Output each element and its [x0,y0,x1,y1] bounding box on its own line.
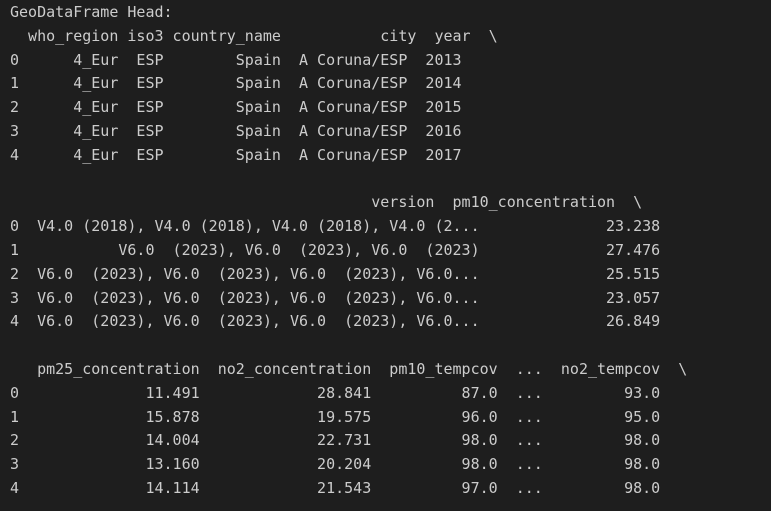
table-row-line: 0 4_Eur ESP Spain A Coruna/ESP 2013 [10,50,462,69]
table-row-line: 1 V6.0 (2023), V6.0 (2023), V6.0 (2023) … [10,240,661,259]
table-row-line: 3 4_Eur ESP Spain A Coruna/ESP 2016 [10,121,462,140]
table-row-line: 2 V6.0 (2023), V6.0 (2023), V6.0 (2023),… [10,264,661,283]
table-row-line: 0 V4.0 (2018), V4.0 (2018), V4.0 (2018),… [10,217,661,236]
table-row-line: 3 V6.0 (2023), V6.0 (2023), V6.0 (2023),… [10,288,661,307]
table-row-line: 2 4_Eur ESP Spain A Coruna/ESP 2015 [10,98,462,117]
table-row-line: 1 4_Eur ESP Spain A Coruna/ESP 2014 [10,74,462,93]
table-header-line: who_region iso3 country_name city year \ [10,26,498,45]
output-title-line: GeoDataFrame Head: [10,3,173,21]
table-header-line: pm25_concentration no2_concentration pm1… [10,359,688,378]
table-row-line: 4 V6.0 (2023), V6.0 (2023), V6.0 (2023),… [10,312,661,331]
table-row-line: 1 15.878 19.575 96.0 ... 95.0 [10,407,661,426]
table-row-line: 4 14.114 21.543 97.0 ... 98.0 [10,478,661,497]
table-row-line: 3 13.160 20.204 98.0 ... 98.0 [10,455,661,474]
table-row-line: 0 11.491 28.841 87.0 ... 93.0 [10,383,661,402]
table-header-line: version pm10_concentration \ [10,193,643,212]
terminal-output: GeoDataFrame Head: who_region iso3 count… [0,0,771,511]
table-row-line: 2 14.004 22.731 98.0 ... 98.0 [10,431,661,450]
table-row-line: 4 4_Eur ESP Spain A Coruna/ESP 2017 [10,145,462,164]
